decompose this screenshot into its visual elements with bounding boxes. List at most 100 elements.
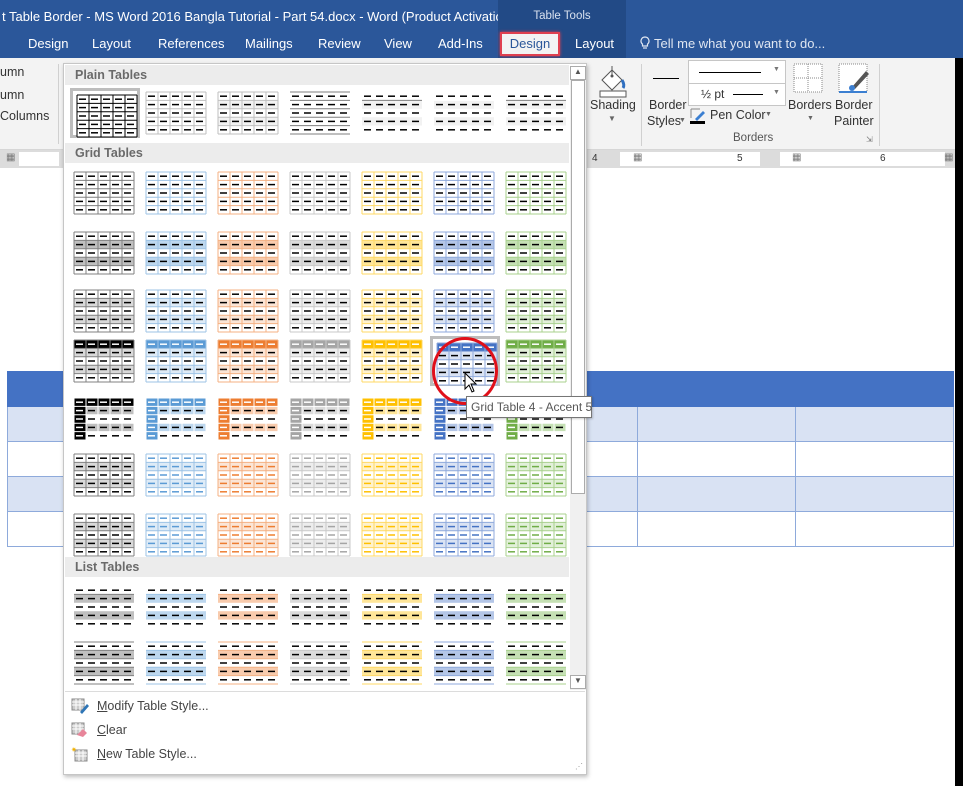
borders-dialog-launcher-icon[interactable]: ⇲ [866,135,873,144]
grid-table-7-colorful-1[interactable] [142,510,212,560]
list-table-1-light-1[interactable] [142,582,212,632]
list-table-2-4[interactable] [358,638,428,688]
grid-table-2-1[interactable] [142,228,212,278]
list-table-2-3[interactable] [286,638,356,688]
grid-table-7-colorful-3[interactable] [286,510,356,560]
tab-add-ins[interactable]: Add-Ins [438,36,483,51]
grid-table-4-3[interactable] [286,336,356,386]
list-table-2-2[interactable] [214,638,284,688]
tab-layout[interactable]: Layout [92,36,131,51]
ruler-column-marker-icon[interactable]: ▦ [792,152,801,163]
ruler-column-marker-icon[interactable]: ▦ [633,152,642,163]
list-table-1-light-3[interactable] [286,582,356,632]
list-table-1-light-5[interactable] [430,582,500,632]
grid-table-4-0[interactable] [70,336,140,386]
ribbon-item-columns[interactable]: Columns [0,109,49,123]
grid-table-5-dark-4[interactable] [358,394,428,444]
grid-table-3-2[interactable] [214,286,284,336]
modify-table-style-menu-item[interactable]: Modify Table Style... [65,695,585,717]
pen-color-button[interactable]: Pen Color ▼ [690,107,785,127]
grid-table-6-colorful-4[interactable] [358,450,428,500]
list-table-1-light-0[interactable] [70,582,140,632]
grid-table-1-light-1[interactable] [142,168,212,218]
ribbon-item-column-1[interactable]: umn [0,65,24,79]
plain-table-3[interactable] [214,88,284,138]
plain-table-1[interactable] [70,88,140,138]
border-painter-button[interactable]: Border Painter [832,60,876,132]
grid-table-5-dark-3[interactable] [286,394,356,444]
grid-table-6-colorful-3[interactable] [286,450,356,500]
grid-table-7-colorful-4[interactable] [358,510,428,560]
line-style-dropdown[interactable]: ▼ [688,60,786,84]
grid-table-1-light-3[interactable] [286,168,356,218]
grid-table-7-colorful-2[interactable] [214,510,284,560]
line-weight-dropdown[interactable]: ½ pt ▼ [688,83,786,106]
list-table-1-light-4[interactable] [358,582,428,632]
shading-button[interactable]: Shading ▼ [588,60,638,132]
grid-table-6-colorful-1[interactable] [142,450,212,500]
grid-table-3-6[interactable] [502,286,572,336]
list-table-1-light-2[interactable] [214,582,284,632]
grid-table-2-2[interactable] [214,228,284,278]
grid-table-2-0[interactable] [70,228,140,278]
ruler-column-marker-icon[interactable]: ▦ [6,152,15,163]
ribbon-item-column-2[interactable]: umn [0,88,24,102]
tab-mailings[interactable]: Mailings [245,36,293,51]
grid-table-1-light-2[interactable] [214,168,284,218]
grid-table-2-3[interactable] [286,228,356,278]
grid-table-2-4[interactable] [358,228,428,278]
grid-table-7-colorful-6[interactable] [502,510,572,560]
grid-table-5-dark-0[interactable] [70,394,140,444]
list-table-2-1[interactable] [142,638,212,688]
grid-table-3-0[interactable] [70,286,140,336]
plain-table-6[interactable] [430,88,500,138]
scroll-down-button[interactable]: ▼ [570,675,586,689]
new-table-style-menu-item[interactable]: ✷ New Table Style... [65,743,585,765]
tab-table-design[interactable]: Design [500,32,560,56]
scrollbar-thumb[interactable] [571,80,585,494]
clear-menu-item[interactable]: Clear [65,719,585,741]
plain-table-2[interactable] [142,88,212,138]
resize-grip-icon[interactable]: ⋰ [575,762,583,771]
grid-table-6-colorful-5[interactable] [430,450,500,500]
grid-table-7-colorful-0[interactable] [70,510,140,560]
tab-view[interactable]: View [384,36,412,51]
grid-table-6-colorful-6[interactable] [502,450,572,500]
grid-table-5-dark-1[interactable] [142,394,212,444]
grid-table-1-light-6[interactable] [502,168,572,218]
tell-me-search[interactable]: Tell me what you want to do... [640,36,825,51]
border-styles-button[interactable]: Border Styles ▼ [645,60,687,132]
plain-table-5[interactable] [358,88,428,138]
grid-table-3-4[interactable] [358,286,428,336]
grid-table-4-6[interactable] [502,336,572,386]
grid-table-3-5[interactable] [430,286,500,336]
ruler-column-marker-icon[interactable]: ▦ [944,152,953,163]
grid-table-6-colorful-2[interactable] [214,450,284,500]
grid-table-3-3[interactable] [286,286,356,336]
grid-table-1-light-0[interactable] [70,168,140,218]
list-table-2-5[interactable] [430,638,500,688]
grid-table-4-1[interactable] [142,336,212,386]
tab-references[interactable]: References [158,36,224,51]
grid-table-1-light-5[interactable] [430,168,500,218]
tab-table-layout[interactable]: Layout [575,36,614,51]
grid-table-5-dark-2[interactable] [214,394,284,444]
grid-table-2-5[interactable] [430,228,500,278]
borders-button[interactable]: Borders ▼ [788,60,832,132]
plain-table-7[interactable] [502,88,572,138]
list-table-1-light-6[interactable] [502,582,572,632]
plain-table-4[interactable] [286,88,356,138]
grid-table-2-6[interactable] [502,228,572,278]
grid-table-4-4[interactable] [358,336,428,386]
grid-table-3-1[interactable] [142,286,212,336]
tab-review[interactable]: Review [318,36,361,51]
scroll-up-button[interactable]: ▲ [570,66,586,80]
list-table-2-6[interactable] [502,638,572,688]
grid-table-7-colorful-5[interactable] [430,510,500,560]
gallery-scrollbar[interactable]: ▲ ▼ [570,66,586,690]
grid-table-4-2[interactable] [214,336,284,386]
list-table-2-0[interactable] [70,638,140,688]
grid-table-6-colorful-0[interactable] [70,450,140,500]
tab-design[interactable]: Design [28,36,68,51]
grid-table-1-light-4[interactable] [358,168,428,218]
